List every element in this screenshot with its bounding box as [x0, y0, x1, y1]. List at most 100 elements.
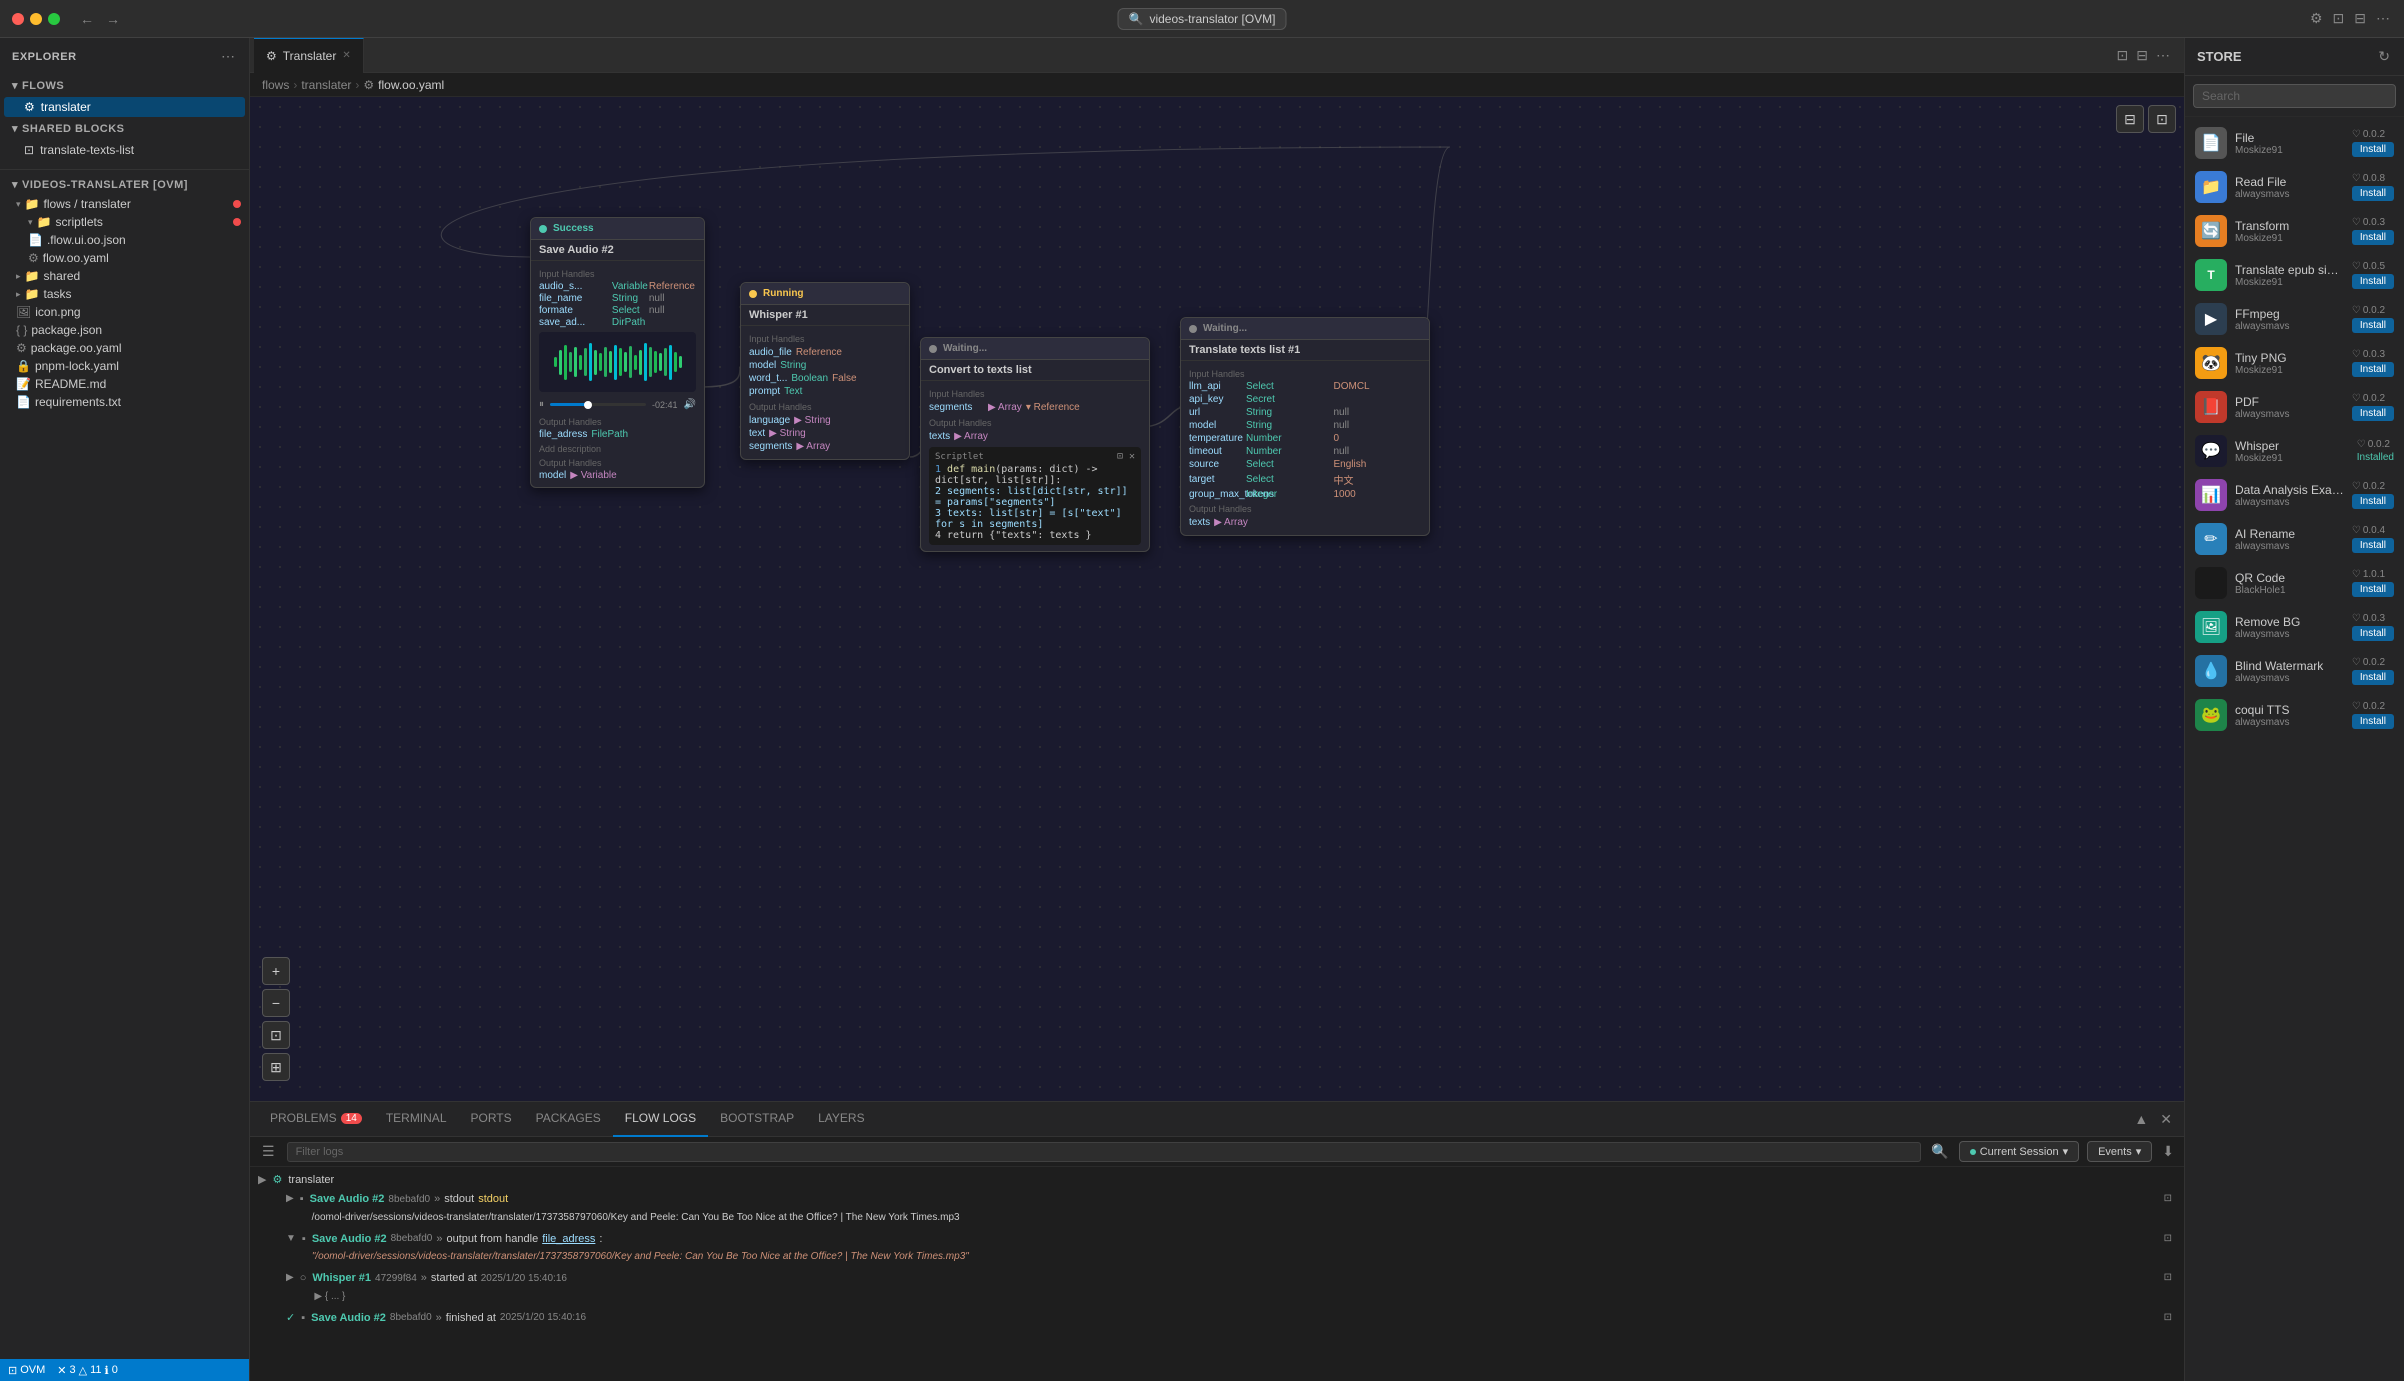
- fit-view-button[interactable]: ⊡: [262, 1021, 290, 1049]
- log-filter-input[interactable]: [287, 1142, 1922, 1162]
- tab-translater[interactable]: ⚙ Translater ✕: [254, 38, 364, 73]
- expand-icon4[interactable]: ▶: [286, 1270, 294, 1285]
- panel-close-button[interactable]: ✕: [2156, 1109, 2176, 1130]
- panel-minimize-button[interactable]: ▲: [2130, 1109, 2152, 1129]
- events-button[interactable]: Events ▾: [2087, 1141, 2152, 1162]
- search-log-icon[interactable]: 🔍: [1929, 1141, 1950, 1162]
- store-item-coqui[interactable]: 🐸 coqui TTS alwaysmavs ♡ 0.0.2 Install: [2185, 693, 2404, 737]
- node-whisper[interactable]: Running Whisper #1 Input Handles audio_f…: [740, 282, 910, 460]
- settings-icon[interactable]: ⚙: [2308, 8, 2325, 29]
- file-item-tasks[interactable]: ▸ 📁 tasks: [0, 285, 249, 303]
- store-search-input[interactable]: [2193, 84, 2396, 108]
- tab-problems[interactable]: PROBLEMS 14: [258, 1102, 374, 1137]
- sidebar-item-translater[interactable]: ⚙ translater: [4, 97, 245, 117]
- file-item-shared[interactable]: ▸ 📁 shared: [0, 267, 249, 285]
- zoom-out-button[interactable]: −: [262, 989, 290, 1017]
- store-item-pdf[interactable]: 📕 PDF alwaysmavs ♡ 0.0.2 Install: [2185, 385, 2404, 429]
- tab-terminal[interactable]: TERMINAL: [374, 1102, 459, 1137]
- nav-forward-button[interactable]: →: [102, 9, 124, 29]
- maximize-button[interactable]: [48, 13, 60, 25]
- install-coqui-button[interactable]: Install: [2352, 714, 2394, 729]
- install-pdf-button[interactable]: Install: [2352, 406, 2394, 421]
- node-convert[interactable]: Waiting... Convert to texts list Input H…: [920, 337, 1150, 552]
- install-qrcode-button[interactable]: Install: [2352, 582, 2394, 597]
- install-removebg-button[interactable]: Install: [2352, 626, 2394, 641]
- split-icon[interactable]: ⊟: [2352, 8, 2368, 29]
- store-item-whisper[interactable]: 💬 Whisper Moskize91 ♡ 0.0.2 Installed: [2185, 429, 2404, 473]
- volume-icon[interactable]: 🔊: [684, 399, 696, 410]
- grid-button[interactable]: ⊞: [262, 1053, 290, 1081]
- split-editor-icon[interactable]: ⊡: [2115, 45, 2131, 66]
- install-epub-button[interactable]: Install: [2352, 274, 2394, 289]
- install-file-button[interactable]: Install: [2352, 142, 2394, 157]
- store-item-readfile[interactable]: 📁 Read File alwaysmavs ♡ 0.0.8 Install: [2185, 165, 2404, 209]
- minimize-button[interactable]: [30, 13, 42, 25]
- store-item-blindwatermark[interactable]: 💧 Blind Watermark alwaysmavs ♡ 0.0.2 Ins…: [2185, 649, 2404, 693]
- file-item-package-json[interactable]: { } package.json: [0, 321, 249, 339]
- store-item-file[interactable]: 📄 File Moskize91 ♡ 0.0.2 Install: [2185, 121, 2404, 165]
- progress-bar[interactable]: [550, 403, 646, 406]
- errors-status[interactable]: ✕ 3 △ 11 ℹ 0: [57, 1364, 118, 1377]
- breadcrumb-filename[interactable]: flow.oo.yaml: [378, 78, 444, 92]
- store-item-epub[interactable]: T Translate epub side by ... Moskize91 ♡…: [2185, 253, 2404, 297]
- file-item-pnpm[interactable]: 🔒 pnpm-lock.yaml: [0, 357, 249, 375]
- canvas-expand-button[interactable]: ⊡: [2148, 105, 2176, 133]
- store-item-removebg[interactable]: 🖼 Remove BG alwaysmavs ♡ 0.0.3 Install: [2185, 605, 2404, 649]
- copy-icon4[interactable]: ⊡: [2160, 1310, 2176, 1325]
- tab-close-icon[interactable]: ✕: [342, 50, 350, 61]
- media-controls[interactable]: ⏸ -02:41 🔊: [539, 396, 696, 413]
- tab-layers[interactable]: LAYERS: [806, 1102, 876, 1137]
- install-readfile-button[interactable]: Install: [2352, 186, 2394, 201]
- sidebar-item-translate-texts[interactable]: ⊡ translate-texts-list: [4, 140, 245, 160]
- store-item-dataanalysis[interactable]: 📊 Data Analysis Examples alwaysmavs ♡ 0.…: [2185, 473, 2404, 517]
- breadcrumb-flows[interactable]: flows: [262, 78, 289, 92]
- shared-blocks-section[interactable]: ▾ SHARED BLOCKS: [0, 118, 249, 139]
- tab-ports[interactable]: PORTS: [459, 1102, 524, 1137]
- file-item-flows-translater[interactable]: ▾ 📁 flows / translater: [0, 195, 249, 213]
- log-group-translater[interactable]: ▶ ⚙ translater: [250, 1171, 2184, 1188]
- file-item-scriptlets[interactable]: ▾ 📁 scriptlets: [0, 213, 249, 231]
- session-button[interactable]: Current Session ▾: [1959, 1141, 2079, 1162]
- expand-icon3[interactable]: ▼: [286, 1231, 296, 1246]
- file-item-package-yaml[interactable]: ⚙ package.oo.yaml: [0, 339, 249, 357]
- pause-icon[interactable]: ⏸: [539, 399, 544, 410]
- close-button[interactable]: [12, 13, 24, 25]
- copy-icon[interactable]: ⊡: [2160, 1191, 2176, 1206]
- install-ffmpeg-button[interactable]: Install: [2352, 318, 2394, 333]
- layout-icon[interactable]: ⊡: [2331, 8, 2347, 29]
- zoom-in-button[interactable]: +: [262, 957, 290, 985]
- store-refresh-icon[interactable]: ↻: [2376, 46, 2392, 67]
- more-options-icon[interactable]: ⋯: [219, 46, 237, 67]
- install-airename-button[interactable]: Install: [2352, 538, 2394, 553]
- file-item-icon[interactable]: 🖼 icon.png: [0, 303, 249, 321]
- expand-icon2[interactable]: ▶: [286, 1191, 294, 1206]
- title-bar-search[interactable]: 🔍 videos-translator [OVM]: [1118, 8, 1287, 30]
- store-item-airename[interactable]: ✏ AI Rename alwaysmavs ♡ 0.0.4 Install: [2185, 517, 2404, 561]
- file-item-requirements[interactable]: 📄 requirements.txt: [0, 393, 249, 411]
- expand-icon[interactable]: ▶: [258, 1173, 266, 1186]
- panel-icon[interactable]: ⊟: [2134, 45, 2150, 66]
- node-save-audio[interactable]: Success Save Audio #2 Input Handles audi…: [530, 217, 705, 488]
- node-translate[interactable]: Waiting... Translate texts list #1 Input…: [1180, 317, 1430, 536]
- more-tabs-icon[interactable]: ⋯: [2154, 45, 2172, 66]
- more-icon[interactable]: ⋯: [2374, 8, 2392, 29]
- install-dataanalysis-button[interactable]: Install: [2352, 494, 2394, 509]
- install-tinypng-button[interactable]: Install: [2352, 362, 2394, 377]
- file-item-readme[interactable]: 📝 README.md: [0, 375, 249, 393]
- videos-translater-section[interactable]: ▾ VIDEOS-TRANSLATER [OVM]: [0, 174, 249, 195]
- copy-icon3[interactable]: ⊡: [2160, 1270, 2176, 1285]
- file-item-flow-ui[interactable]: 📄 .flow.ui.oo.json: [0, 231, 249, 249]
- canvas-split-button[interactable]: ⊟: [2116, 105, 2144, 133]
- install-blindwatermark-button[interactable]: Install: [2352, 670, 2394, 685]
- install-transform-button[interactable]: Install: [2352, 230, 2394, 245]
- canvas-area[interactable]: Success Save Audio #2 Input Handles audi…: [250, 97, 2184, 1101]
- store-item-qrcode[interactable]: QR Code BlackHole1 ♡ 1.0.1 Install: [2185, 561, 2404, 605]
- flows-section[interactable]: ▾ FLOWS: [0, 75, 249, 96]
- log-archive-icon[interactable]: ⬇: [2160, 1141, 2176, 1162]
- store-item-transform[interactable]: 🔄 Transform Moskize91 ♡ 0.0.3 Install: [2185, 209, 2404, 253]
- tab-packages[interactable]: PACKAGES: [524, 1102, 613, 1137]
- file-item-flow-yaml[interactable]: ⚙ flow.oo.yaml: [0, 249, 249, 267]
- log-list-icon[interactable]: ☰: [258, 1141, 279, 1162]
- breadcrumb-translater[interactable]: translater: [301, 78, 351, 92]
- tab-bootstrap[interactable]: BOOTSTRAP: [708, 1102, 806, 1137]
